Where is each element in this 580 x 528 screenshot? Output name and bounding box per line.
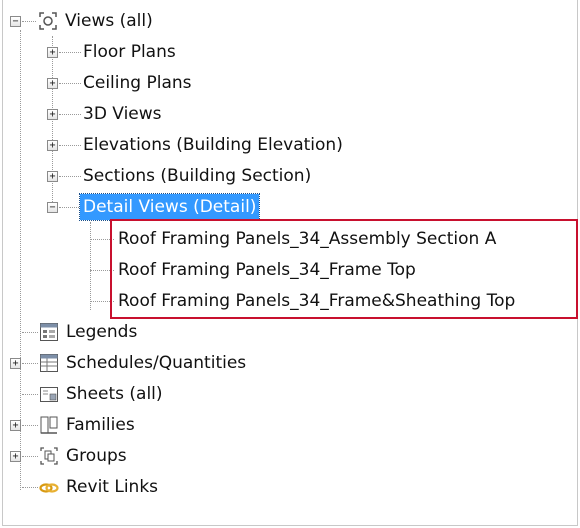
- tree-item-schedules[interactable]: Schedules/Quantities: [63, 350, 249, 376]
- legends-icon: [40, 323, 58, 341]
- expand-toggle[interactable]: +: [47, 140, 58, 151]
- tree-item-revit-links[interactable]: Revit Links: [63, 474, 161, 500]
- tree-line: [90, 222, 91, 310]
- tree-item-sections[interactable]: Sections (Building Section): [80, 163, 314, 189]
- expand-toggle[interactable]: +: [47, 47, 58, 58]
- revit-links-icon: [39, 483, 59, 493]
- sheets-icon: [40, 387, 58, 402]
- collapse-toggle[interactable]: −: [10, 16, 21, 27]
- expand-toggle[interactable]: +: [10, 420, 21, 431]
- tree-item-families[interactable]: Families: [63, 412, 138, 438]
- families-icon: [40, 416, 58, 434]
- tree-item-detail-views[interactable]: Detail Views (Detail): [78, 193, 261, 221]
- views-icon: [39, 12, 57, 30]
- tree-item-3d-views[interactable]: 3D Views: [80, 101, 165, 127]
- schedules-icon: [40, 354, 58, 372]
- tree-item-views-all[interactable]: Views (all): [62, 8, 156, 34]
- tree-item-sheets[interactable]: Sheets (all): [63, 381, 166, 407]
- highlight-box: [110, 219, 578, 319]
- expand-toggle[interactable]: +: [10, 358, 21, 369]
- tree-item-elevations[interactable]: Elevations (Building Elevation): [80, 132, 346, 158]
- tree-item-legends[interactable]: Legends: [63, 319, 140, 345]
- tree-item-floor-plans[interactable]: Floor Plans: [80, 39, 179, 65]
- expand-toggle[interactable]: +: [47, 78, 58, 89]
- collapse-toggle[interactable]: −: [47, 202, 58, 213]
- expand-toggle[interactable]: +: [47, 171, 58, 182]
- groups-icon: [40, 447, 58, 465]
- expand-toggle[interactable]: +: [47, 109, 58, 120]
- tree-item-groups[interactable]: Groups: [63, 443, 130, 469]
- expand-toggle[interactable]: +: [10, 451, 21, 462]
- tree-item-ceiling-plans[interactable]: Ceiling Plans: [80, 70, 195, 96]
